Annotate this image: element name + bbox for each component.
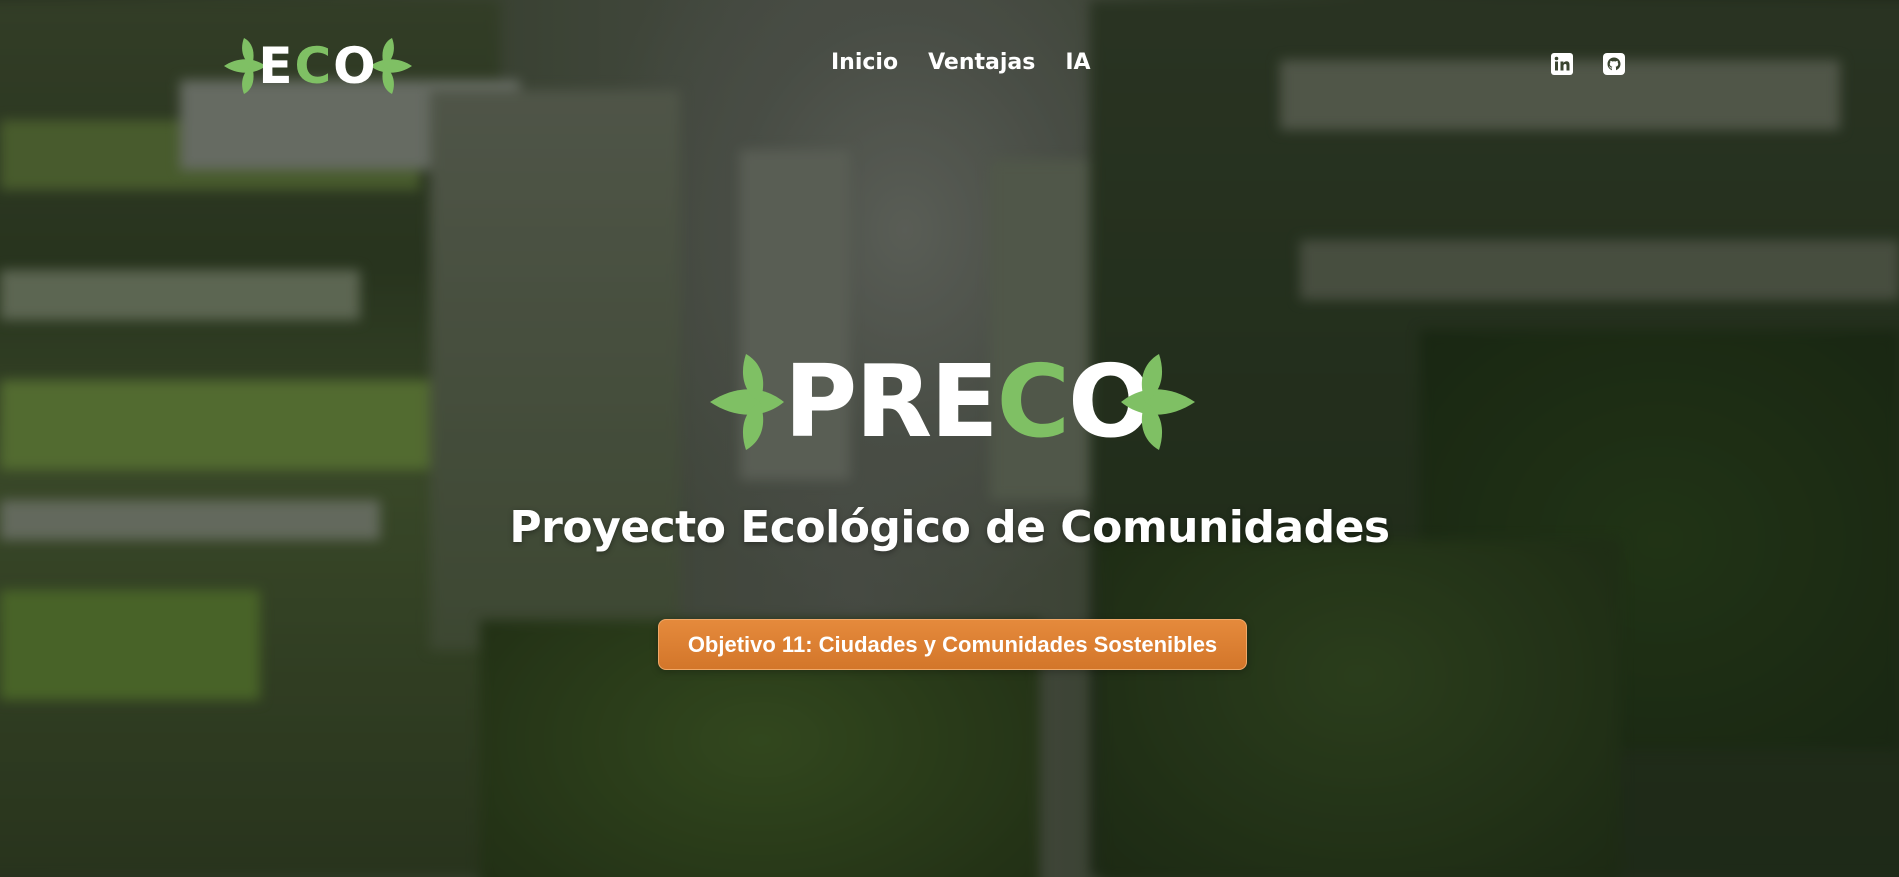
github-link[interactable] [1602, 52, 1626, 76]
eco-logo[interactable]: ECO [222, 36, 414, 96]
social-links [1550, 52, 1626, 76]
sdg-objective-button[interactable]: Objetivo 11: Ciudades y Comunidades Sost… [658, 619, 1247, 670]
linkedin-icon [1551, 53, 1573, 75]
nav-link-ia[interactable]: IA [1065, 50, 1090, 75]
github-icon [1603, 53, 1625, 75]
nav-link-ventajas[interactable]: Ventajas [928, 50, 1035, 75]
logo-letter-highlight: C [294, 37, 334, 95]
leaf-left-icon [710, 354, 784, 450]
site-header: ECO Inicio Ventajas IA [0, 0, 1899, 130]
logo-letter: E [258, 37, 295, 95]
logo-letter-highlight: C [996, 343, 1070, 460]
leaf-right-icon [1121, 354, 1195, 450]
hero-title: Proyecto Ecológico de Comunidades [509, 502, 1390, 553]
nav-link-inicio[interactable]: Inicio [831, 50, 898, 75]
main-nav: Inicio Ventajas IA [831, 50, 1091, 75]
linkedin-link[interactable] [1550, 52, 1574, 76]
logo-letters: PRE [784, 343, 999, 460]
logo-letter: O [333, 37, 378, 95]
preco-logo-text: PRECO [784, 352, 1153, 452]
eco-logo-text: ECO [258, 41, 377, 91]
preco-logo: PRECO [710, 352, 1195, 452]
